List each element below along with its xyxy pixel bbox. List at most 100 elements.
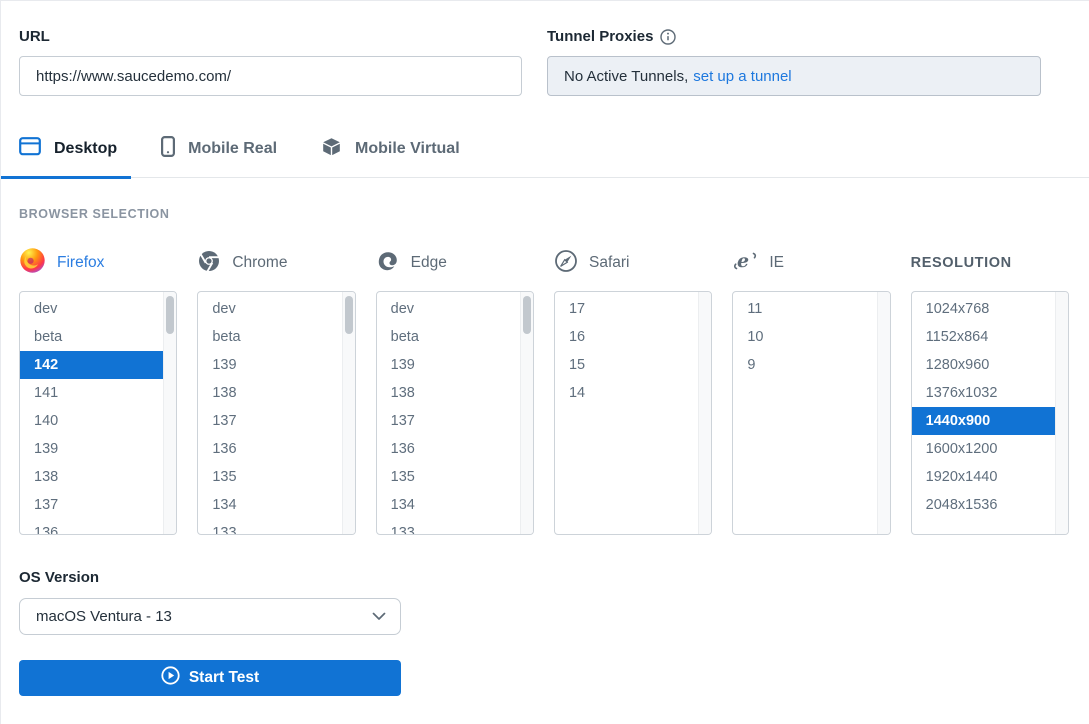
device-type-tabs: Desktop Mobile Real Mobile Virtual bbox=[19, 133, 1089, 178]
resolution-header: RESOLUTION bbox=[911, 248, 1069, 278]
edge-version-listbox[interactable]: devbeta139138137136135134133 bbox=[376, 291, 534, 535]
active-tab-underline bbox=[1, 176, 131, 179]
browser-header-safari[interactable]: Safari bbox=[554, 248, 712, 278]
scrollbar-track[interactable] bbox=[877, 292, 890, 534]
version-option[interactable]: 139 bbox=[20, 435, 163, 463]
firefox-version-listbox[interactable]: devbeta142141140139138137136 bbox=[19, 291, 177, 535]
version-option[interactable]: 16 bbox=[555, 323, 698, 351]
scrollbar-track[interactable] bbox=[163, 292, 176, 534]
scrollbar-thumb[interactable] bbox=[345, 296, 353, 334]
os-version-select[interactable]: macOS Ventura - 13 bbox=[19, 598, 401, 635]
browser-header-firefox[interactable]: Firefox bbox=[19, 248, 177, 278]
scrollbar-thumb[interactable] bbox=[523, 296, 531, 334]
version-option[interactable]: 137 bbox=[20, 491, 163, 519]
version-option[interactable]: 1440x900 bbox=[912, 407, 1055, 435]
browser-headers-row: Firefox Chrome bbox=[19, 248, 1089, 278]
tunnel-proxies-section: Tunnel Proxies No Active Tunnels, set up… bbox=[547, 28, 1041, 96]
start-test-label: Start Test bbox=[189, 669, 259, 687]
browser-name-chrome: Chrome bbox=[232, 254, 287, 272]
version-option[interactable]: dev bbox=[198, 295, 341, 323]
version-option[interactable]: 11 bbox=[733, 295, 876, 323]
browser-name-safari: Safari bbox=[589, 254, 630, 272]
url-input[interactable] bbox=[19, 56, 522, 96]
version-option[interactable]: 1024x768 bbox=[912, 295, 1055, 323]
tabs-divider bbox=[1, 177, 1089, 178]
smartphone-icon bbox=[161, 136, 175, 162]
version-option[interactable]: 139 bbox=[198, 351, 341, 379]
safari-version-listbox[interactable]: 17161514 bbox=[554, 291, 712, 535]
version-option[interactable]: 10 bbox=[733, 323, 876, 351]
start-test-button[interactable]: Start Test bbox=[19, 660, 401, 696]
tunnel-proxies-label-text: Tunnel Proxies bbox=[547, 28, 653, 45]
scrollbar-track[interactable] bbox=[1055, 292, 1068, 534]
version-option[interactable]: 136 bbox=[20, 519, 163, 535]
tab-mobile-virtual[interactable]: Mobile Virtual bbox=[321, 133, 460, 178]
version-option[interactable]: 141 bbox=[20, 379, 163, 407]
info-icon[interactable] bbox=[660, 29, 676, 45]
resolution-listbox[interactable]: 1024x7681152x8641280x9601376x10321440x90… bbox=[911, 291, 1069, 535]
live-testing-panel: URL Tunnel Proxies No Active Tunnels, se… bbox=[0, 0, 1089, 724]
scrollbar-track[interactable] bbox=[520, 292, 533, 534]
scrollbar-track[interactable] bbox=[698, 292, 711, 534]
tab-desktop[interactable]: Desktop bbox=[1, 133, 117, 178]
browser-selection-heading: BROWSER SELECTION bbox=[19, 207, 1089, 221]
tunnel-status-box: No Active Tunnels, set up a tunnel bbox=[547, 56, 1041, 96]
chevron-down-icon bbox=[372, 608, 386, 625]
version-option[interactable]: 142 bbox=[20, 351, 163, 379]
version-option[interactable]: 138 bbox=[198, 379, 341, 407]
edge-icon bbox=[376, 249, 400, 278]
version-option[interactable]: 140 bbox=[20, 407, 163, 435]
version-option[interactable]: 15 bbox=[555, 351, 698, 379]
cube-icon bbox=[321, 136, 342, 162]
tab-mobile-virtual-label: Mobile Virtual bbox=[355, 140, 460, 158]
version-option[interactable]: 137 bbox=[377, 407, 520, 435]
safari-icon bbox=[554, 249, 578, 278]
version-option[interactable]: beta bbox=[377, 323, 520, 351]
version-option[interactable]: 133 bbox=[377, 519, 520, 535]
version-option[interactable]: beta bbox=[198, 323, 341, 351]
browser-header-ie[interactable]: e IE bbox=[732, 248, 890, 278]
scrollbar-track[interactable] bbox=[342, 292, 355, 534]
version-option[interactable]: 137 bbox=[198, 407, 341, 435]
version-option[interactable]: 1600x1200 bbox=[912, 435, 1055, 463]
version-option[interactable]: 138 bbox=[20, 463, 163, 491]
version-option[interactable]: dev bbox=[377, 295, 520, 323]
version-option[interactable]: 1376x1032 bbox=[912, 379, 1055, 407]
version-option[interactable]: 1920x1440 bbox=[912, 463, 1055, 491]
play-circle-icon bbox=[161, 666, 180, 690]
version-option[interactable]: 9 bbox=[733, 351, 876, 379]
setup-tunnel-link[interactable]: set up a tunnel bbox=[693, 68, 791, 85]
url-section: URL bbox=[19, 28, 522, 96]
version-option[interactable]: 139 bbox=[377, 351, 520, 379]
scrollbar-thumb[interactable] bbox=[166, 296, 174, 334]
chrome-version-listbox[interactable]: devbeta139138137136135134133 bbox=[197, 291, 355, 535]
version-option[interactable]: 135 bbox=[377, 463, 520, 491]
browser-header-edge[interactable]: Edge bbox=[376, 248, 534, 278]
browser-header-chrome[interactable]: Chrome bbox=[197, 248, 355, 278]
version-option[interactable]: 1152x864 bbox=[912, 323, 1055, 351]
tunnel-proxies-label: Tunnel Proxies bbox=[547, 28, 1041, 45]
version-option[interactable]: dev bbox=[20, 295, 163, 323]
browser-name-firefox: Firefox bbox=[57, 254, 104, 272]
tunnel-status-text: No Active Tunnels, bbox=[564, 68, 688, 85]
version-option[interactable]: 134 bbox=[198, 491, 341, 519]
version-option[interactable]: 1280x960 bbox=[912, 351, 1055, 379]
version-option[interactable]: 17 bbox=[555, 295, 698, 323]
version-option[interactable]: 2048x1536 bbox=[912, 491, 1055, 519]
firefox-icon bbox=[19, 247, 46, 279]
version-option[interactable]: 136 bbox=[198, 435, 341, 463]
version-option[interactable]: 138 bbox=[377, 379, 520, 407]
resolution-header-label: RESOLUTION bbox=[911, 255, 1012, 271]
ie-version-listbox[interactable]: 11109 bbox=[732, 291, 890, 535]
tab-mobile-real-label: Mobile Real bbox=[188, 140, 277, 158]
tab-mobile-real[interactable]: Mobile Real bbox=[161, 133, 277, 178]
chrome-icon bbox=[197, 249, 221, 278]
version-listboxes-row: devbeta142141140139138137136 devbeta1391… bbox=[19, 291, 1089, 535]
version-option[interactable]: 135 bbox=[198, 463, 341, 491]
version-option[interactable]: 133 bbox=[198, 519, 341, 535]
version-option[interactable]: 136 bbox=[377, 435, 520, 463]
version-option[interactable]: 14 bbox=[555, 379, 698, 407]
tab-desktop-label: Desktop bbox=[54, 140, 117, 158]
version-option[interactable]: beta bbox=[20, 323, 163, 351]
version-option[interactable]: 134 bbox=[377, 491, 520, 519]
